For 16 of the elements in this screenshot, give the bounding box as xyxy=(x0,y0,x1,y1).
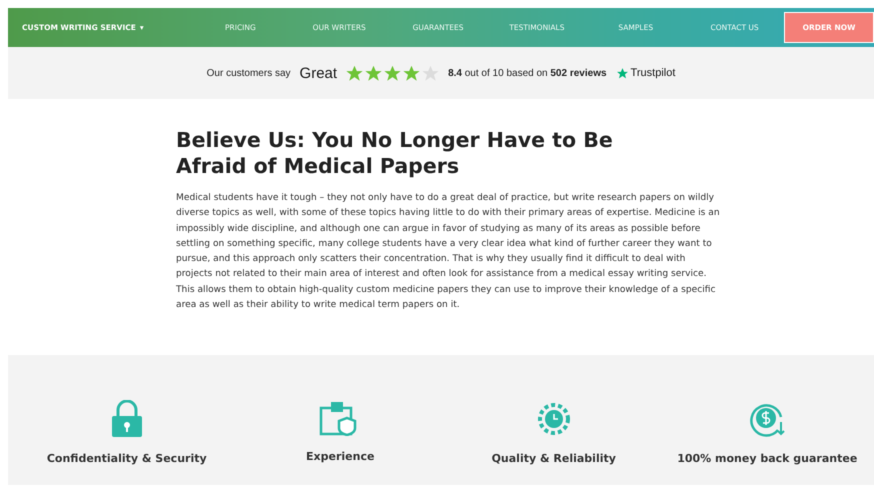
star-icon xyxy=(384,64,402,82)
star-icon xyxy=(403,64,420,82)
article-paragraph: Medical students have it tough – they not only have to do a great deal of practice, but write research papers on wildly diverse topics as well, with some of these topics having little to do with their primary areas of expertise. Medicine is an impossibly wide discipline, and although one can argue in favor of studying as many of its areas as possible before settling on something specific, many college students have a very clear idea what kind of further career they want to pursue, and this approach only scatters their concentration. That is why they usually find it difficult to deal with projects not related to their main area of interest and often look for assistance from a medical essay writing service. This allows them to obtain high-quality custom medicine papers they can use to improve their knowledge of a specific area as well as their ability to write medical term papers on it. xyxy=(176,192,721,312)
feature-title: Experience xyxy=(306,450,374,464)
trustpilot-brand: Trustpilot xyxy=(630,67,676,79)
rating-summary: 8.4 out of 10 based on 502 reviews xyxy=(448,68,607,78)
star-icon xyxy=(365,64,382,82)
star-icon xyxy=(346,64,364,82)
rating-lead-text: Our customers say xyxy=(206,68,291,78)
feature-title: Quality & Reliability xyxy=(492,452,616,466)
star-icon xyxy=(616,66,629,80)
rating-verdict: Great xyxy=(300,64,338,82)
feature-title: Confidentiality & Security xyxy=(46,452,207,466)
feature-title: 100% money back guarantee xyxy=(677,452,858,466)
padlock-icon xyxy=(110,400,144,438)
article-title: Believe Us: You No Longer Have to Be Afraid of Medical Papers xyxy=(176,127,614,179)
